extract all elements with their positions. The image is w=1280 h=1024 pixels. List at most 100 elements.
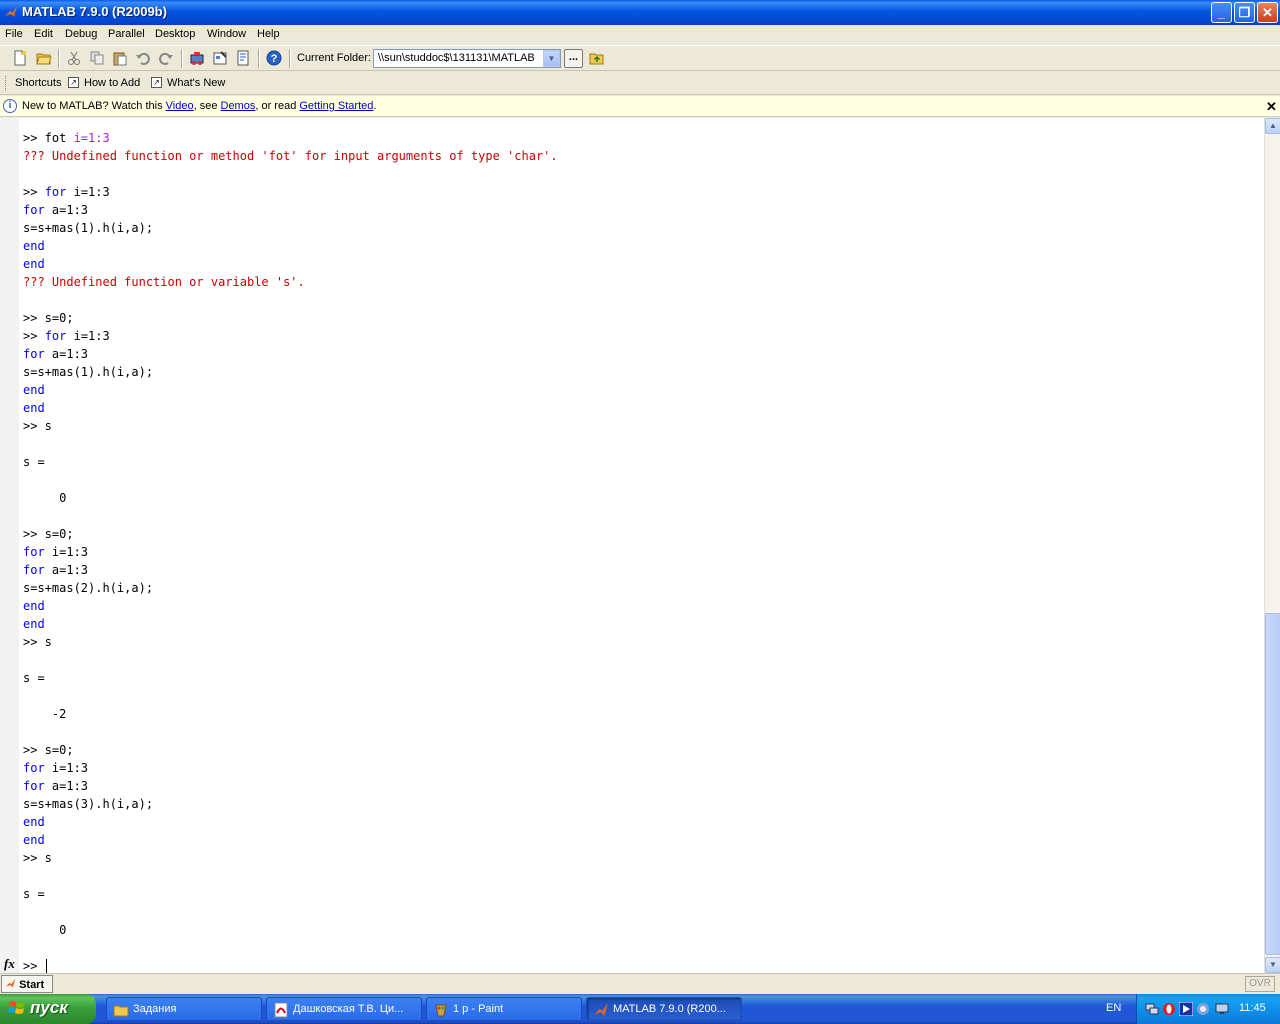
command-line: >> s=0;	[23, 525, 1258, 543]
taskbar-item-paint[interactable]: 1 p - Paint	[426, 997, 582, 1021]
maximize-button[interactable]: ❐	[1234, 2, 1255, 23]
command-line: end	[23, 237, 1258, 255]
media-player-icon[interactable]	[1179, 1002, 1193, 1016]
language-indicator[interactable]: EN	[1106, 1002, 1121, 1014]
command-line: 0	[23, 921, 1258, 939]
svg-text:?: ?	[271, 53, 278, 65]
cut-icon[interactable]	[66, 50, 82, 66]
clock: 11:45	[1239, 1002, 1266, 1014]
browse-folder-button[interactable]: ...	[564, 49, 583, 68]
minimize-button[interactable]: _	[1211, 2, 1232, 23]
shortcuts-bar: Shortcuts ↗ How to Add ↗ What's New	[0, 72, 1280, 95]
scroll-up-icon[interactable]: ▲	[1265, 118, 1280, 134]
undo-icon[interactable]	[135, 50, 151, 66]
command-line: >> s=0;	[23, 309, 1258, 327]
menu-parallel[interactable]: Parallel	[108, 28, 145, 40]
help-icon[interactable]: ?	[266, 50, 282, 66]
command-line: ??? Undefined function or variable 's'.	[23, 273, 1258, 291]
command-line	[23, 471, 1258, 489]
toolbar: ? Current Folder: \\sun\studdoc$\131131\…	[0, 45, 1280, 71]
overwrite-indicator: OVR	[1245, 976, 1275, 992]
open-folder-icon[interactable]	[36, 50, 52, 66]
security-icon[interactable]	[1196, 1002, 1210, 1016]
network-icon[interactable]	[1145, 1002, 1159, 1016]
command-line: s =	[23, 669, 1258, 687]
command-line: end	[23, 597, 1258, 615]
command-text: i=1:3	[44, 545, 89, 559]
close-icon[interactable]: ✕	[1266, 99, 1277, 115]
video-link[interactable]: Video	[166, 100, 194, 112]
windows-start-button[interactable]: пуск	[0, 994, 96, 1024]
command-line: for a=1:3	[23, 777, 1258, 795]
title-bar[interactable]: MATLAB 7.9.0 (R2009b) _ ❐ ✕	[0, 0, 1280, 25]
monitor-icon[interactable]	[1215, 1002, 1229, 1016]
command-line: >> s	[23, 417, 1258, 435]
folder-icon	[113, 1005, 129, 1017]
scroll-down-icon[interactable]: ▼	[1265, 957, 1280, 973]
status-bar: Start OVR	[0, 973, 1280, 994]
pdf-icon	[274, 1002, 288, 1018]
command-text: s=s+mas(2).h(i,a);	[23, 581, 154, 595]
command-text: >> s	[23, 851, 52, 865]
command-line: end	[23, 615, 1258, 633]
command-text: i=1:3	[44, 761, 89, 775]
window-title: MATLAB 7.9.0 (R2009b)	[22, 4, 167, 19]
taskbar-item-folder[interactable]: Задания	[106, 997, 262, 1021]
command-text: end	[23, 383, 45, 397]
command-line: >> s	[23, 633, 1258, 651]
command-window[interactable]: >> fot i=1:3 ??? Undefined function or me…	[0, 118, 1280, 973]
matlab-start-button[interactable]: Start	[1, 975, 53, 993]
command-line: s=s+mas(1).h(i,a);	[23, 363, 1258, 381]
copy-icon[interactable]	[89, 50, 105, 66]
menu-debug[interactable]: Debug	[65, 28, 97, 40]
command-line: end	[23, 381, 1258, 399]
shortcut-how-to-add[interactable]: How to Add	[84, 77, 140, 89]
opera-icon[interactable]	[1162, 1002, 1176, 1016]
taskbar-item-pdf[interactable]: Дашковская Т.В. Ци...	[266, 997, 422, 1021]
chevron-down-icon[interactable]: ▼	[543, 50, 560, 67]
shortcut-arrow-icon: ↗	[68, 77, 79, 88]
close-button[interactable]: ✕	[1257, 2, 1278, 23]
command-line: for i=1:3	[23, 543, 1258, 561]
command-text: a=1:3	[44, 563, 89, 577]
command-line: s=s+mas(3).h(i,a);	[23, 795, 1258, 813]
menu-edit[interactable]: Edit	[34, 28, 53, 40]
new-file-icon[interactable]	[12, 50, 28, 66]
command-line: for a=1:3	[23, 561, 1258, 579]
shortcut-whats-new[interactable]: What's New	[167, 77, 225, 89]
menu-desktop[interactable]: Desktop	[155, 28, 195, 40]
fx-icon[interactable]: fx	[4, 956, 15, 972]
command-text: s=s+mas(1).h(i,a);	[23, 221, 154, 235]
current-folder-input[interactable]: \\sun\studdoc$\131131\MATLAB	[373, 49, 561, 68]
paste-icon[interactable]	[112, 50, 128, 66]
profiler-icon[interactable]	[235, 50, 251, 66]
menu-file[interactable]: File	[5, 28, 23, 40]
guide-icon[interactable]	[212, 50, 228, 66]
command-text: end	[23, 257, 45, 271]
command-text: >> s	[23, 635, 52, 649]
menu-window[interactable]: Window	[207, 28, 246, 40]
command-text: end	[23, 815, 45, 829]
folder-up-icon[interactable]	[589, 50, 605, 66]
vertical-scrollbar[interactable]: ▲ ▼	[1264, 118, 1280, 973]
info-bar: i New to MATLAB? Watch this Video, see D…	[0, 96, 1280, 117]
shortcut-arrow-icon: ↗	[151, 77, 162, 88]
taskbar-item-matlab[interactable]: MATLAB 7.9.0 (R200...	[586, 997, 742, 1021]
command-text: end	[23, 401, 45, 415]
redo-icon[interactable]	[158, 50, 174, 66]
getting-started-link[interactable]: Getting Started	[299, 100, 373, 112]
scrollbar-thumb[interactable]	[1265, 613, 1280, 955]
command-text: for	[23, 563, 45, 577]
menu-help[interactable]: Help	[257, 28, 280, 40]
shortcuts-label[interactable]: Shortcuts	[15, 77, 61, 89]
command-text: end	[23, 617, 45, 631]
command-output[interactable]: >> fot i=1:3 ??? Undefined function or me…	[23, 129, 1258, 975]
command-text: for	[23, 347, 45, 361]
demos-link[interactable]: Demos	[221, 100, 256, 112]
command-line: s =	[23, 885, 1258, 903]
command-line: >> fot i=1:3	[23, 129, 1258, 147]
paint-icon	[435, 1004, 447, 1017]
command-text: for	[44, 185, 67, 199]
simulink-icon[interactable]	[189, 50, 205, 66]
command-text: for	[23, 203, 45, 217]
